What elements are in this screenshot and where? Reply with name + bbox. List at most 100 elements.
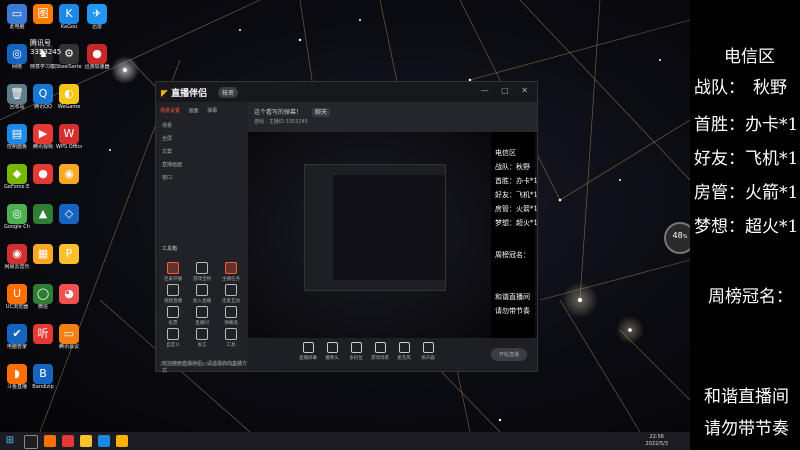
desktop-icon[interactable]: ◐ WeGame: [56, 84, 82, 110]
tool-button[interactable]: 直播间: [189, 306, 215, 326]
speed-unit: %: [682, 234, 688, 240]
overlay-row-label: 梦想：: [694, 217, 745, 237]
account-badge[interactable]: 帐密: [218, 87, 239, 98]
preview-side-panel: 电信区 战队：秋野 首胜：办卡*1 好友：飞机*1 房管：火箭*1 梦想：超火*…: [491, 132, 537, 338]
room-tag[interactable]: 聊天: [311, 108, 330, 117]
scene-item[interactable]: 文案: [162, 148, 172, 155]
taskbar-app-icon[interactable]: [62, 435, 74, 447]
scene-item[interactable]: 直播画面: [162, 161, 182, 168]
tool-button[interactable]: 弹幕墙: [218, 306, 244, 326]
tool-button[interactable]: 游戏宝物: [189, 262, 215, 282]
tab-danmu[interactable]: 弹幕: [207, 108, 217, 114]
desktop-icon[interactable]: ◇: [56, 204, 82, 224]
desktop-icon[interactable]: ◉ 网易云音乐: [4, 244, 30, 270]
app-icon: ◎: [7, 44, 27, 64]
desktop-icon[interactable]: W WPS Office: [56, 124, 82, 150]
tab-scene[interactable]: 场景设置: [160, 108, 180, 114]
tool-button[interactable]: 视频直播: [160, 284, 186, 304]
app-logo: ◤ 直播伴侣: [161, 86, 207, 99]
taskbar-app-icon[interactable]: [80, 435, 92, 447]
desktop-icon[interactable]: Q 腾讯QQ: [30, 84, 56, 110]
scene-item[interactable]: 全屏: [162, 135, 172, 142]
overlay-row-value: 超火*1: [745, 217, 799, 237]
tool-button[interactable]: 发言: [189, 328, 215, 348]
app-icon: P: [59, 244, 79, 264]
desktop-icon[interactable]: ◯ 微信: [30, 284, 56, 310]
source-button[interactable]: 直播屏幕: [296, 342, 320, 361]
desktop-icon[interactable]: ◆GeForce Experience: [4, 164, 30, 190]
app-icon: ▤: [7, 124, 27, 144]
tool-label: 直播间: [195, 321, 209, 326]
desktop-icon[interactable]: ●: [30, 164, 56, 184]
taskbar-app-icon[interactable]: [98, 435, 110, 447]
desktop-icon-label: 随意学习模拟: [30, 64, 56, 70]
app-icon: ⚙: [59, 44, 79, 64]
desktop-icon[interactable]: ▦: [30, 244, 56, 264]
taskbar-clock[interactable]: 22:56 2022/5/3: [646, 434, 668, 448]
tool-label: 连麦互动: [222, 299, 240, 304]
preview-row-label: 房管：: [495, 205, 516, 213]
tool-button[interactable]: 加入直播: [189, 284, 215, 304]
tool-icon: [167, 306, 179, 318]
tool-button[interactable]: 连屏开播: [160, 262, 186, 282]
desktop-icon[interactable]: ▶ 腾讯视频: [30, 124, 56, 150]
window-controls[interactable]: — ▢ ✕: [481, 86, 533, 95]
desktop-icon[interactable]: ✈ 迅雷: [84, 4, 110, 30]
windows-taskbar: ⊞ 22:56 2022/5/3: [0, 432, 690, 450]
app-title: 直播伴侣: [171, 89, 208, 99]
source-button[interactable]: 摄像头: [320, 342, 344, 361]
tool-button[interactable]: 投票: [160, 306, 186, 326]
task-view-icon[interactable]: [24, 435, 38, 449]
app-icon: ▶: [33, 124, 53, 144]
desktop-icon[interactable]: ✔ 电脑管家: [4, 324, 30, 350]
desktop-icon[interactable]: ▤ 控制面板: [4, 124, 30, 150]
start-menu-icon[interactable]: ⊞: [4, 435, 16, 447]
source-button[interactable]: 游戏场景: [368, 342, 392, 361]
desktop-icon[interactable]: 图: [30, 4, 56, 24]
overlay-row: 房管：火箭*1: [694, 178, 800, 203]
desktop-icon[interactable]: ▲: [30, 204, 56, 224]
tool-button[interactable]: 自定义: [160, 328, 186, 348]
desktop-icon[interactable]: U UC浏览器: [4, 284, 30, 310]
tool-icon: [225, 284, 237, 296]
stream-preview: 电信区 战队：秋野 首胜：办卡*1 好友：飞机*1 房管：火箭*1 梦想：超火*…: [248, 132, 537, 338]
app-icon: ◎: [7, 204, 27, 224]
desktop-icon[interactable]: ● 迅游加速器: [84, 44, 110, 70]
preview-row: 首胜：办卡*1: [495, 176, 537, 186]
preview-row: 房管：火箭*1: [495, 204, 537, 214]
qq-id-label: 腾讯号 3353245: [30, 38, 61, 56]
tool-button[interactable]: 主播任务: [218, 262, 244, 282]
app-icon: W: [59, 124, 79, 144]
source-button[interactable]: 麦克风: [392, 342, 416, 361]
app-icon: ◇: [59, 204, 79, 224]
desktop-icon[interactable]: ◉: [56, 164, 82, 184]
taskbar-live-assistant-icon[interactable]: [116, 435, 128, 447]
desktop-icon[interactable]: ◗ 斗鱼直播: [4, 364, 30, 390]
desktop-icon[interactable]: 听: [30, 324, 56, 344]
qq-label-number: 3353245: [30, 48, 62, 56]
tool-icon: [167, 328, 179, 340]
desktop-icon[interactable]: P: [56, 244, 82, 264]
desktop-icon[interactable]: 🗑 回收站: [4, 84, 30, 110]
desktop-icon[interactable]: ◎ 网络: [4, 44, 30, 70]
desktop-icon[interactable]: ▭ 此电脑: [4, 4, 30, 30]
desktop-icon[interactable]: B Bandizip: [30, 364, 56, 390]
room-title[interactable]: 这个看写的弹幕！: [254, 109, 302, 116]
live-assistant-window: ◤ 直播伴侣 帐密 — ▢ ✕ 场景设置 画面 弹幕 场景 全屏 文案 直播画面…: [155, 81, 538, 374]
desktop-icon[interactable]: ◎Google Chrome: [4, 204, 30, 230]
tool-button[interactable]: 连麦互动: [218, 284, 244, 304]
tab-picture[interactable]: 画面: [189, 108, 199, 114]
taskbar-app-icon[interactable]: [44, 435, 56, 447]
start-live-button[interactable]: 开始直播: [490, 348, 527, 361]
preview-row-label: 梦想：: [495, 219, 516, 227]
desktop-icon[interactable]: ◕: [56, 284, 82, 304]
desktop-icon[interactable]: K KaGou: [56, 4, 82, 30]
tool-button[interactable]: 工具: [218, 328, 244, 348]
desktop-icon-label: GeForce Experience: [4, 184, 30, 190]
desktop-icon[interactable]: ▭ 腾讯会议: [56, 324, 82, 350]
scene-item[interactable]: 场景: [162, 122, 172, 129]
source-button[interactable]: 多机位: [344, 342, 368, 361]
tool-label: 游戏宝物: [193, 277, 211, 282]
scene-item[interactable]: 窗口: [162, 174, 172, 181]
source-button[interactable]: 扬声器: [416, 342, 440, 361]
